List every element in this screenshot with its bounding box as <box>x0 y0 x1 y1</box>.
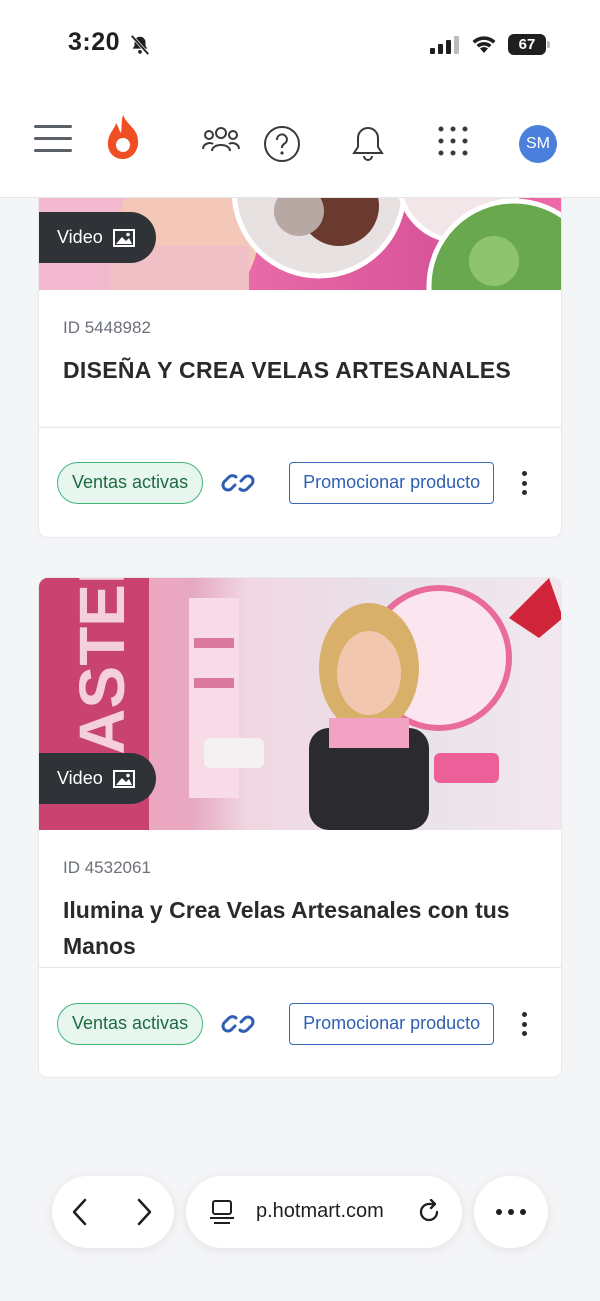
browser-address-bar[interactable]: p.hotmart.com <box>186 1176 462 1248</box>
cellular-signal-icon <box>430 36 459 54</box>
product-card[interactable]: Video ID 5448982 DISEÑA Y CREA VELAS ART… <box>38 150 562 538</box>
sales-status-badge: Ventas activas <box>57 462 204 504</box>
notifications-bell-icon[interactable] <box>350 125 386 163</box>
video-badge: Video <box>39 753 156 804</box>
product-id: ID 5448982 <box>63 318 151 337</box>
browser-more-button[interactable] <box>474 1176 548 1248</box>
product-title[interactable]: DISEÑA Y CREA VELAS ARTESANALES <box>63 352 537 388</box>
product-thumbnail[interactable]: MASTER CLASS Video <box>39 578 561 830</box>
card-divider <box>39 967 561 968</box>
avatar[interactable]: SM <box>519 125 557 163</box>
card-actions: Ventas activas Promocionar producto <box>57 461 543 505</box>
status-time: 3:20 <box>68 28 121 56</box>
url-text[interactable]: p.hotmart.com <box>256 1200 384 1223</box>
product-card[interactable]: MASTER CLASS Video ID 4532061 Ilumina y … <box>38 577 562 1078</box>
help-icon[interactable] <box>263 125 301 163</box>
menu-icon[interactable] <box>34 125 72 153</box>
more-icon <box>496 1209 526 1215</box>
copy-link-icon[interactable] <box>221 471 255 495</box>
video-badge: Video <box>39 212 156 263</box>
reload-icon[interactable] <box>416 1199 442 1225</box>
video-badge-label: Video <box>57 227 103 247</box>
card-divider <box>39 427 561 428</box>
forward-arrow-icon[interactable] <box>134 1198 154 1226</box>
hotmart-logo-icon[interactable] <box>104 113 142 161</box>
back-arrow-icon[interactable] <box>70 1198 90 1226</box>
app-header: SM <box>0 95 600 198</box>
browser-nav-group <box>52 1176 174 1248</box>
image-icon <box>112 228 135 247</box>
community-icon[interactable] <box>202 125 240 153</box>
more-options-icon[interactable] <box>520 471 528 495</box>
video-badge-label: Video <box>57 768 103 788</box>
promote-product-button[interactable]: Promocionar producto <box>289 462 495 504</box>
promote-product-button[interactable]: Promocionar producto <box>289 1003 495 1045</box>
apps-grid-icon[interactable] <box>438 126 468 156</box>
status-bar: 3:20 67 <box>0 0 600 95</box>
card-actions: Ventas activas Promocionar producto <box>57 1002 543 1046</box>
image-icon <box>112 769 135 788</box>
more-options-icon[interactable] <box>520 1012 528 1036</box>
battery-level: 67 <box>508 34 546 55</box>
wifi-icon <box>472 36 496 53</box>
sales-status-badge: Ventas activas <box>57 1003 204 1045</box>
product-id: ID 4532061 <box>63 858 151 877</box>
product-title[interactable]: Ilumina y Crea Velas Artesanales con tus… <box>63 892 537 964</box>
copy-link-icon[interactable] <box>221 1012 255 1036</box>
battery-icon: 67 <box>508 34 550 55</box>
silent-mode-icon <box>130 34 150 56</box>
page-menu-icon[interactable] <box>210 1199 234 1225</box>
